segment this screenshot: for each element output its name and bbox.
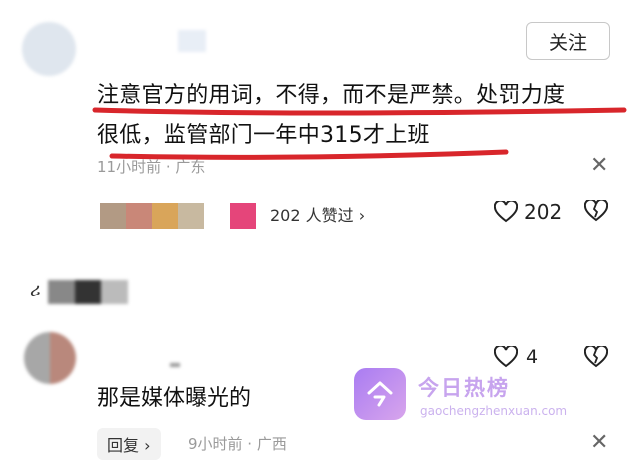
broken-heart-icon <box>583 198 609 222</box>
comment-meta: 9小时前 · 广西 <box>188 435 287 453</box>
username-fragment: ሪ <box>30 280 41 301</box>
like-button[interactable]: 4 <box>494 346 538 368</box>
comment-meta: 11小时前 · 广东 <box>97 158 206 176</box>
avatar[interactable] <box>24 332 76 384</box>
reply-button[interactable]: 回复 › <box>97 428 161 460</box>
dislike-button[interactable] <box>583 198 609 226</box>
watermark-logo <box>354 368 406 420</box>
like-button[interactable]: 202 <box>494 200 562 224</box>
liker-avatar <box>230 203 256 229</box>
heart-icon <box>494 201 518 223</box>
liker-avatar <box>152 203 178 229</box>
like-count: 4 <box>526 346 539 368</box>
liker-avatars[interactable] <box>100 203 256 229</box>
broken-heart-icon <box>583 344 609 368</box>
red-underline-annotation <box>92 107 627 160</box>
watermark-title: 今日热榜 <box>418 376 510 400</box>
logo-icon <box>367 381 393 407</box>
liker-avatar <box>178 203 204 229</box>
like-count: 202 <box>524 200 563 224</box>
liker-avatar <box>100 203 126 229</box>
comment-text: 那是媒体曝光的 <box>97 386 252 411</box>
username-blurred <box>170 363 180 367</box>
dislike-button[interactable] <box>583 344 609 372</box>
watermark-subtitle: gaochengzhenxuan.com <box>420 404 568 418</box>
likers-link[interactable]: 202 人赞过 › <box>270 202 365 226</box>
liker-avatar <box>126 203 152 229</box>
close-icon[interactable]: ✕ <box>590 432 608 454</box>
heart-icon <box>494 346 518 368</box>
username-blurred[interactable] <box>48 280 129 304</box>
close-icon[interactable]: ✕ <box>590 155 608 177</box>
